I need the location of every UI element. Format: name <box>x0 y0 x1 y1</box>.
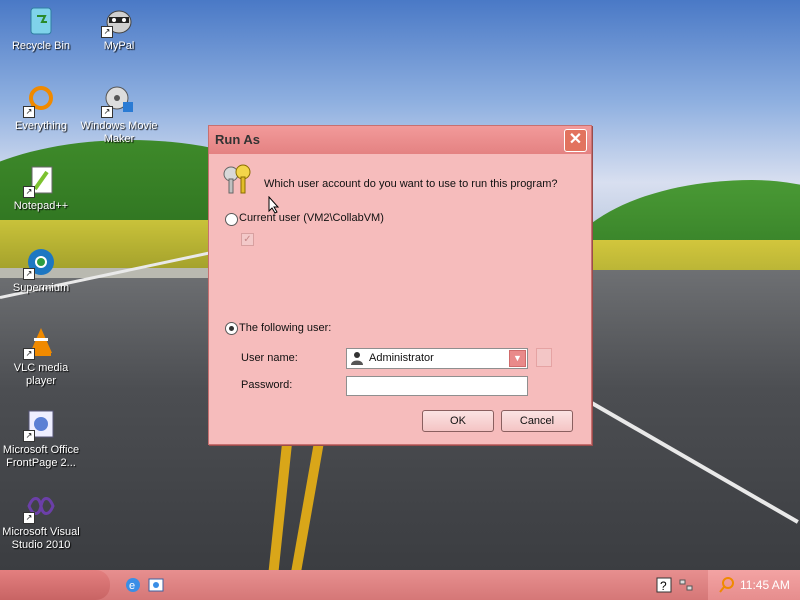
desktop-icon-notepad-plus-plus[interactable]: ↗ Notepad++ <box>0 164 82 213</box>
close-icon: ✕ <box>568 131 583 148</box>
password-field[interactable] <box>346 376 528 396</box>
desktop-icon-label: Supermium <box>12 282 70 294</box>
network-icon[interactable] <box>677 576 695 594</box>
mouse-cursor-icon <box>268 196 280 214</box>
desktop-icon-label: Microsoft Office FrontPage 2... <box>2 444 80 469</box>
run-as-dialog: Run As ✕ Which user account do you want … <box>208 125 592 445</box>
desktop-icon-label: MyPal <box>103 40 135 52</box>
current-user-radio[interactable] <box>225 213 238 226</box>
username-label: User name: <box>241 352 298 364</box>
cancel-button[interactable]: Cancel <box>501 410 573 432</box>
vlc-icon: ↗ <box>23 326 57 360</box>
dialog-title: Run As <box>215 132 261 147</box>
ok-button[interactable]: OK <box>422 410 494 432</box>
browse-users-button[interactable] <box>536 348 552 367</box>
desktop-icon-visual-studio[interactable]: ↗ Microsoft Visual Studio 2010 <box>0 490 82 552</box>
protect-checkbox[interactable]: ✓ <box>241 233 254 246</box>
desktop-icon-label: Recycle Bin <box>11 40 71 52</box>
keys-icon <box>221 162 255 196</box>
visual-studio-icon: ↗ <box>23 490 57 524</box>
start-button[interactable] <box>0 570 110 600</box>
dialog-body: Which user account do you want to use to… <box>209 154 591 444</box>
help-icon[interactable]: ? <box>655 576 673 594</box>
dialog-prompt: Which user account do you want to use to… <box>264 178 558 190</box>
username-combobox[interactable]: Administrator ▼ <box>346 348 528 369</box>
notepad-plus-plus-icon: ↗ <box>23 164 57 198</box>
username-value: Administrator <box>369 352 434 364</box>
taskbar: e ? 11:45 AM <box>0 570 800 600</box>
desktop-icon-label: VLC media player <box>13 362 69 387</box>
desktop-icon-label: Windows Movie Maker <box>80 120 158 145</box>
mypal-icon: ↗ <box>101 4 135 38</box>
supermium-icon: ↗ <box>23 246 57 280</box>
movie-maker-icon: ↗ <box>101 84 135 118</box>
desktop-icon-supermium[interactable]: ↗ Supermium <box>0 246 82 295</box>
desktop: Recycle Bin ↗ MyPal ↗ Everything ↗ Windo… <box>0 0 800 570</box>
desktop-icon-label: Microsoft Visual Studio 2010 <box>2 526 80 551</box>
following-user-label[interactable]: The following user: <box>239 322 331 334</box>
frontpage-icon: ↗ <box>23 408 57 442</box>
desktop-icon-mypal[interactable]: ↗ MyPal <box>78 4 160 53</box>
internet-explorer-icon[interactable]: e <box>124 576 142 594</box>
close-button[interactable]: ✕ <box>564 129 587 152</box>
current-user-label[interactable]: Current user (VM2\CollabVM) <box>239 212 384 224</box>
following-user-radio[interactable] <box>225 322 238 335</box>
desktop-icon-recycle-bin[interactable]: Recycle Bin <box>0 4 82 53</box>
dialog-titlebar[interactable]: Run As ✕ <box>209 126 591 154</box>
desktop-icon-everything[interactable]: ↗ Everything <box>0 84 82 133</box>
desktop-icon-movie-maker[interactable]: ↗ Windows Movie Maker <box>78 84 160 146</box>
everything-icon: ↗ <box>23 84 57 118</box>
recycle-bin-icon <box>25 4 57 36</box>
search-icon[interactable] <box>718 576 736 594</box>
desktop-icon-vlc[interactable]: ↗ VLC media player <box>0 326 82 388</box>
chevron-down-icon[interactable]: ▼ <box>509 350 526 367</box>
taskbar-clock[interactable]: 11:45 AM <box>740 578 790 592</box>
desktop-shortcut-icon[interactable] <box>147 576 165 594</box>
desktop-icon-label: Notepad++ <box>13 200 69 212</box>
desktop-icon-frontpage[interactable]: ↗ Microsoft Office FrontPage 2... <box>0 408 82 470</box>
user-icon <box>350 351 364 365</box>
svg-text:e: e <box>129 580 135 592</box>
password-label: Password: <box>241 379 293 391</box>
desktop-icon-label: Everything <box>15 120 67 132</box>
svg-text:?: ? <box>660 579 667 593</box>
